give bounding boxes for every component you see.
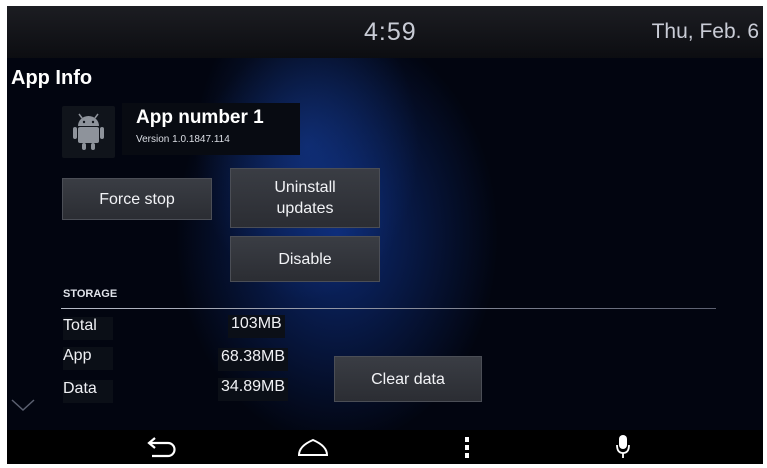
back-icon[interactable] (143, 434, 179, 460)
storage-value-app: 68.38MB (218, 348, 289, 371)
status-clock: 4:59 (364, 18, 417, 46)
uninstall-updates-label: Uninstall updates (274, 179, 336, 217)
uninstall-updates-button[interactable]: Uninstall updates (230, 168, 380, 228)
status-date: Thu, Feb. 6 (651, 20, 759, 43)
force-stop-button[interactable]: Force stop (62, 178, 212, 220)
storage-value-total: 103MB (228, 315, 285, 338)
app-name: App number 1 (136, 107, 264, 128)
storage-section-label: STORAGE (63, 288, 118, 300)
status-bar: 4:59 Thu, Feb. 6 (7, 6, 763, 58)
page-title: App Info (11, 67, 93, 89)
disable-button[interactable]: Disable (230, 236, 380, 282)
app-version: Version 1.0.1847.114 (136, 134, 230, 145)
menu-icon[interactable] (449, 434, 485, 460)
storage-divider (61, 308, 716, 309)
app-header: App number 1 Version 1.0.1847.114 (122, 103, 300, 155)
home-icon[interactable] (295, 434, 331, 460)
navigation-bar (7, 430, 763, 464)
storage-value-data: 34.89MB (218, 378, 289, 401)
android-robot-icon (62, 106, 115, 158)
microphone-icon[interactable] (605, 434, 641, 460)
storage-label-app: App (63, 347, 113, 370)
clear-data-button[interactable]: Clear data (334, 356, 482, 402)
screen: 4:59 Thu, Feb. 6 App Info App number 1 V… (7, 6, 763, 464)
storage-label-data: Data (63, 380, 113, 403)
chevron-down-icon[interactable] (9, 396, 37, 419)
storage-label-total: Total (63, 317, 113, 340)
